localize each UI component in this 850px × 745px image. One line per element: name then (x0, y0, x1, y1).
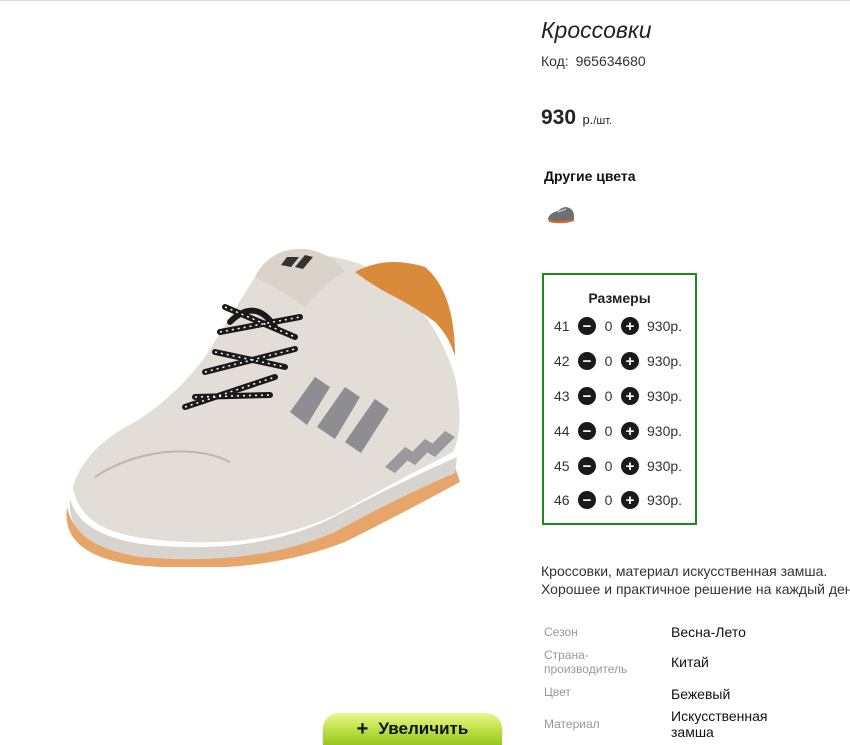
minus-circle-icon[interactable]: − (578, 422, 596, 440)
size-value: 45 (554, 458, 570, 474)
minus-circle-icon[interactable]: − (578, 457, 596, 475)
quantity-value: 0 (604, 318, 613, 334)
size-value: 42 (554, 353, 570, 369)
zoom-button[interactable]: + Увеличить (323, 713, 502, 745)
size-price: 930р. (647, 458, 683, 474)
product-title: Кроссовки (541, 17, 652, 43)
size-row: 42 − 0 + 930р. (554, 350, 682, 372)
plus-circle-icon[interactable]: + (621, 317, 639, 335)
minus-circle-icon[interactable]: − (578, 491, 596, 509)
spec-label: Материал (544, 717, 600, 731)
other-colors-title: Другие цвета (544, 168, 636, 184)
size-value: 44 (554, 423, 570, 439)
quantity-value: 0 (604, 423, 613, 439)
description-line: Хорошее и практичное решение на каждый д… (541, 581, 850, 597)
minus-circle-icon[interactable]: − (578, 352, 596, 370)
size-row: 43 − 0 + 930р. (554, 385, 682, 407)
quantity-value: 0 (604, 353, 613, 369)
size-price: 930р. (647, 388, 683, 404)
size-price: 930р. (647, 423, 683, 439)
size-price: 930р. (647, 318, 683, 334)
product-price: 930 р./шт. (541, 106, 612, 130)
minus-circle-icon[interactable]: − (578, 317, 596, 335)
size-row: 44 − 0 + 930р. (554, 420, 682, 442)
plus-circle-icon[interactable]: + (621, 491, 639, 509)
spec-label: Страна- производитель (544, 648, 628, 676)
product-code: Код: 965634680 (541, 53, 646, 69)
size-price: 930р. (647, 353, 683, 369)
product-code-label: Код: (541, 53, 569, 69)
sizes-title: Размеры (588, 290, 651, 306)
spec-label: Сезон (544, 625, 578, 639)
spec-label: Цвет (544, 685, 571, 699)
size-value: 43 (554, 388, 570, 404)
sizes-panel: Размеры 41 − 0 + 930р. 42 − 0 + 930р. 43… (542, 273, 697, 525)
plus-circle-icon[interactable]: + (621, 422, 639, 440)
size-value: 41 (554, 318, 570, 334)
price-amount: 930 (541, 106, 577, 129)
quantity-value: 0 (604, 388, 613, 404)
product-description: Кроссовки, материал искусственная замша.… (541, 562, 850, 598)
spec-value: Искусственная замша (671, 708, 768, 740)
plus-icon: + (356, 718, 369, 740)
price-unit: /шт. (593, 115, 613, 127)
zoom-label: Увеличить (378, 719, 469, 738)
plus-circle-icon[interactable]: + (621, 387, 639, 405)
size-value: 46 (554, 492, 570, 508)
size-row: 45 − 0 + 930р. (554, 455, 682, 477)
description-line: Кроссовки, материал искусственная замша. (541, 563, 828, 579)
spec-value: Весна-Лето (671, 624, 746, 640)
quantity-value: 0 (604, 458, 613, 474)
product-image-area: + Увеличить (0, 2, 520, 745)
product-image[interactable] (55, 237, 475, 567)
product-code-value: 965634680 (575, 53, 646, 69)
size-price: 930р. (647, 492, 683, 508)
size-row: 46 − 0 + 930р. (554, 489, 682, 511)
size-row: 41 − 0 + 930р. (554, 315, 682, 337)
price-currency: р. (582, 112, 594, 127)
top-divider (0, 0, 850, 1)
plus-circle-icon[interactable]: + (621, 457, 639, 475)
spec-value: Бежевый (671, 686, 731, 702)
minus-circle-icon[interactable]: − (578, 387, 596, 405)
plus-circle-icon[interactable]: + (621, 352, 639, 370)
sneaker-thumbnail-icon[interactable] (546, 202, 576, 226)
quantity-value: 0 (604, 492, 613, 508)
spec-value: Китай (671, 654, 709, 670)
